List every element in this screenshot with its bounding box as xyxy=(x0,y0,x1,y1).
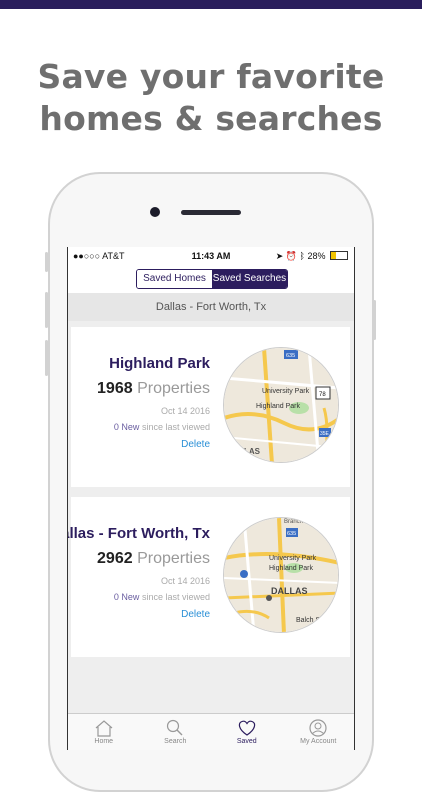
house-icon xyxy=(95,720,113,737)
delete-link[interactable]: Delete xyxy=(181,609,210,620)
map-label: University Park xyxy=(262,388,310,395)
segment-saved-searches[interactable]: Saved Searches xyxy=(212,270,287,288)
account-icon xyxy=(309,719,327,737)
phone-volume-down xyxy=(45,340,48,376)
new-since-viewed: 0 New since last viewed xyxy=(114,592,210,602)
battery-percent: 28% xyxy=(307,251,326,261)
status-bar: ●●○○○ AT&T 11:43 AM ➤ ⏰ ᛒ 28% xyxy=(68,247,354,265)
property-count-value: 2962 xyxy=(97,550,133,567)
saved-segmented-control: Saved Homes Saved Searches xyxy=(136,269,288,289)
battery-icon xyxy=(330,251,348,260)
delete-link[interactable]: Delete xyxy=(181,439,210,450)
map-label: Branch xyxy=(284,519,303,525)
phone-camera xyxy=(150,207,160,217)
new-count: 0 New xyxy=(113,422,140,432)
map-label: Highland Park xyxy=(256,403,300,410)
new-suffix: since last viewed xyxy=(141,422,210,432)
status-right: ➤ ⏰ ᛒ 28% xyxy=(276,251,348,262)
search-date: Oct 14 2016 xyxy=(160,576,210,586)
tab-label: Home xyxy=(94,738,114,745)
property-count-label: Properties xyxy=(137,380,210,397)
saved-search-card[interactable]: Highland Park 1968 Properties Oct 14 201… xyxy=(71,327,350,487)
tab-bar: Home Search Saved My Account xyxy=(68,713,354,750)
new-count: 0 New xyxy=(113,592,140,602)
map-label: LAS xyxy=(244,447,261,456)
tab-saved[interactable]: Saved xyxy=(211,714,283,750)
search-date: Oct 14 2016 xyxy=(160,406,210,416)
new-since-viewed: 0 New since last viewed xyxy=(114,422,210,432)
map-shield-label: 635 xyxy=(286,353,295,359)
magnifier-icon xyxy=(167,719,183,736)
tab-label: My Account xyxy=(300,738,337,745)
map-label: Balch Sp xyxy=(296,617,324,624)
map-label: DALLAS xyxy=(271,586,308,596)
phone-power-button xyxy=(373,300,376,340)
bluetooth-icon: ᛒ xyxy=(299,251,305,261)
search-name: Dallas - Fort Worth, Tx xyxy=(68,525,210,542)
property-count: 1968 Properties xyxy=(97,380,210,398)
promo-line-1: Save your favorite xyxy=(37,57,385,96)
phone-side-button xyxy=(45,252,48,272)
app-screen: ●●○○○ AT&T 11:43 AM ➤ ⏰ ᛒ 28% Saved Home… xyxy=(67,247,355,750)
phone-volume-up xyxy=(45,292,48,328)
tab-label: Search xyxy=(164,738,187,745)
heart-icon xyxy=(238,720,255,736)
map-label: University Park xyxy=(269,555,317,562)
map-thumbnail[interactable]: University Park Highland Park LAS 635 78… xyxy=(223,347,339,463)
nav-bar: Saved Homes Saved Searches xyxy=(68,265,354,293)
tab-home[interactable]: Home xyxy=(68,714,140,750)
map-shield-label: 35E xyxy=(320,431,330,437)
promo-title: Save your favorite homes & searches xyxy=(0,56,422,140)
location-icon: ➤ xyxy=(275,251,284,261)
top-stripe xyxy=(0,0,422,9)
map-shield-label: 78 xyxy=(319,392,326,398)
section-header: Dallas - Fort Worth, Tx xyxy=(68,293,354,321)
phone-speaker xyxy=(181,210,241,215)
tab-label: Saved xyxy=(236,738,257,745)
tab-my-account[interactable]: My Account xyxy=(283,714,355,750)
segment-saved-homes[interactable]: Saved Homes xyxy=(137,270,212,288)
promo-line-2: homes & searches xyxy=(39,99,383,138)
property-count-value: 1968 xyxy=(97,380,133,397)
tab-search[interactable]: Search xyxy=(140,714,212,750)
alarm-icon: ⏰ xyxy=(285,251,298,261)
map-thumbnail[interactable]: Branch University Park Highland Park DAL… xyxy=(223,517,339,633)
property-count: 2962 Properties xyxy=(97,550,210,568)
search-name: Highland Park xyxy=(109,355,210,372)
property-count-label: Properties xyxy=(137,550,210,567)
saved-search-card[interactable]: Dallas - Fort Worth, Tx 2962 Properties … xyxy=(68,497,350,657)
new-suffix: since last viewed xyxy=(141,592,210,602)
map-shield-label: 635 xyxy=(287,531,296,537)
map-label: Highland Park xyxy=(269,565,313,572)
